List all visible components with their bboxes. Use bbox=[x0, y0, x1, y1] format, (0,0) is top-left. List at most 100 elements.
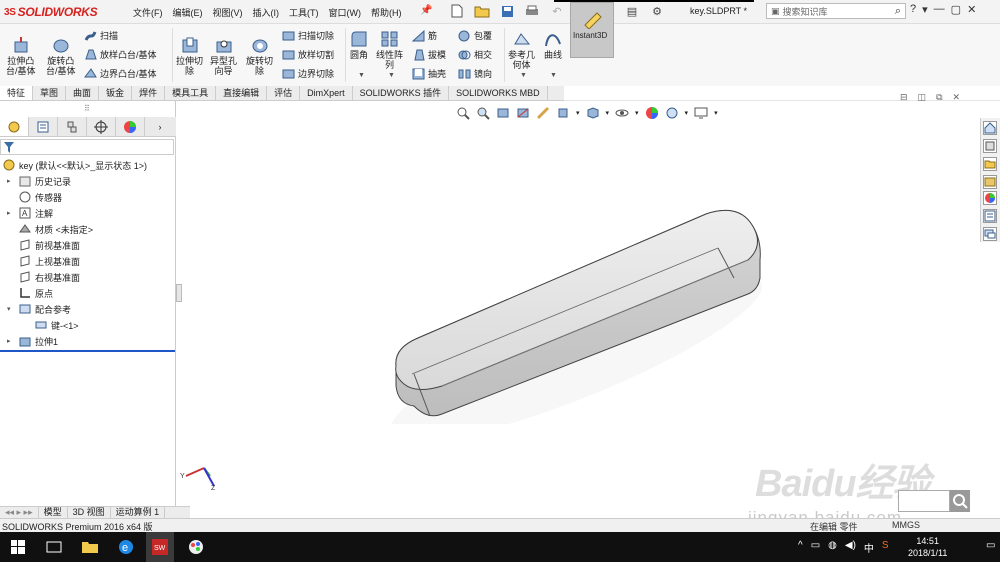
shell-button[interactable]: 抽壳 bbox=[412, 67, 446, 80]
view-settings-monitor-icon[interactable] bbox=[694, 106, 708, 120]
rollback-bar[interactable] bbox=[0, 350, 175, 352]
scene-icon[interactable] bbox=[665, 106, 679, 120]
reference-geometry-button[interactable]: 参考几 何体 bbox=[508, 30, 535, 70]
view-orientation-dropdown-icon[interactable]: ▾ bbox=[576, 109, 580, 117]
feature-manager-tab[interactable] bbox=[0, 117, 29, 136]
display-style-dropdown-icon[interactable]: ▾ bbox=[606, 109, 610, 117]
forum-icon[interactable] bbox=[983, 227, 997, 241]
wrap-button[interactable]: 包覆 bbox=[458, 29, 492, 42]
paint-app-icon[interactable] bbox=[182, 532, 210, 562]
expand-annotations-icon[interactable]: ▸ bbox=[7, 209, 11, 217]
tab-motion-study[interactable]: 运动算例 1 bbox=[111, 507, 166, 518]
curves-button[interactable]: 曲线 bbox=[544, 30, 562, 60]
solidworks-resources-home-icon[interactable] bbox=[983, 121, 997, 135]
loft-button[interactable]: 放样凸台/基体 bbox=[84, 48, 157, 61]
sogou-ime-icon[interactable]: S bbox=[882, 540, 889, 555]
previous-view-icon[interactable] bbox=[496, 106, 510, 120]
scene-dropdown-icon[interactable]: ▾ bbox=[685, 109, 689, 117]
curves-dropdown-icon[interactable]: ▼ bbox=[550, 72, 557, 79]
pattern-dropdown-icon[interactable]: ▼ bbox=[388, 72, 395, 79]
dimxpert-manager-tab[interactable] bbox=[87, 117, 116, 136]
view-palette-icon[interactable] bbox=[983, 175, 997, 189]
tree-item-history[interactable]: 历史记录 bbox=[19, 173, 71, 189]
menu-insert[interactable]: 插入(I) bbox=[248, 4, 285, 21]
chat-icon[interactable]: ◍ bbox=[828, 540, 837, 555]
zoom-area-icon[interactable] bbox=[476, 106, 490, 120]
display-manager-tab[interactable] bbox=[116, 117, 145, 136]
viewport-close-icon[interactable]: ✕ bbox=[953, 92, 961, 103]
edge-browser-icon[interactable]: e bbox=[112, 532, 140, 562]
expand-extrude-icon[interactable]: ▸ bbox=[7, 337, 11, 345]
tab-dimxpert[interactable]: DimXpert bbox=[300, 86, 353, 100]
tab-evaluate[interactable]: 评估 bbox=[267, 86, 301, 100]
panel-collapse-handle[interactable] bbox=[176, 284, 182, 302]
hole-wizard-button[interactable]: 异型孔 向导 bbox=[210, 36, 237, 76]
solidworks-logo[interactable]: 3S SOLIDWORKS bbox=[4, 4, 98, 20]
extrude-boss-button[interactable]: 拉伸凸 台/基体 bbox=[6, 36, 36, 76]
tree-item-sensors[interactable]: 传感器 bbox=[19, 189, 62, 205]
tree-item-origin[interactable]: 原点 bbox=[19, 285, 53, 301]
print-icon[interactable] bbox=[521, 2, 543, 20]
reference-geometry-dropdown-icon[interactable]: ▼ bbox=[520, 72, 527, 79]
new-document-icon[interactable] bbox=[446, 2, 468, 20]
tab-3d-views[interactable]: 3D 视图 bbox=[68, 507, 111, 518]
minimize-button[interactable]: — bbox=[934, 3, 945, 16]
tree-item-right-plane[interactable]: 右视基准面 bbox=[19, 269, 80, 285]
dynamic-annotation-icon[interactable] bbox=[536, 106, 550, 120]
open-folder-icon[interactable] bbox=[471, 2, 493, 20]
tree-item-extrude1[interactable]: 拉伸1 bbox=[19, 333, 58, 349]
hide-show-dropdown-icon[interactable]: ▾ bbox=[635, 109, 639, 117]
tree-filter-input[interactable] bbox=[0, 139, 174, 155]
draft-button[interactable]: 拔模 bbox=[412, 48, 446, 61]
revolve-boss-button[interactable]: 旋转凸 台/基体 bbox=[46, 36, 76, 76]
maximize-button[interactable]: ▢ bbox=[951, 3, 961, 16]
collapse-mate-references-icon[interactable]: ▾ bbox=[7, 305, 11, 313]
help-dropdown-icon[interactable]: ▾ bbox=[922, 3, 928, 16]
menu-edit[interactable]: 编辑(E) bbox=[168, 4, 208, 21]
viewport-maximize-icon[interactable]: ⧉ bbox=[936, 92, 942, 103]
hide-show-items-icon[interactable] bbox=[615, 106, 629, 120]
tree-item-mate-references[interactable]: 配合参考 bbox=[19, 301, 71, 317]
windows-start-icon[interactable] bbox=[4, 532, 32, 562]
menu-tools[interactable]: 工具(T) bbox=[284, 4, 324, 21]
custom-properties-icon[interactable] bbox=[983, 209, 997, 223]
volume-icon[interactable]: ◀) bbox=[845, 540, 856, 555]
rib-button[interactable]: 筋 bbox=[412, 29, 437, 42]
tab-sheet-metal[interactable]: 钣金 bbox=[99, 86, 133, 100]
tree-item-material[interactable]: 材质 <未指定> bbox=[19, 221, 93, 237]
menu-help[interactable]: 帮助(H) bbox=[366, 4, 407, 21]
boundary-cut-button[interactable]: 边界切除 bbox=[282, 67, 334, 80]
appearance-icon[interactable] bbox=[645, 106, 659, 120]
input-method-indicator[interactable]: 中 bbox=[864, 540, 874, 555]
tray-expand-icon[interactable]: ^ bbox=[798, 540, 803, 555]
help-icon[interactable]: ? bbox=[910, 3, 916, 16]
appearances-scenes-icon[interactable] bbox=[983, 191, 997, 205]
view-orientation-icon[interactable] bbox=[556, 106, 570, 120]
key-3d-model[interactable] bbox=[376, 208, 768, 424]
tab-weldments[interactable]: 焊件 bbox=[132, 86, 166, 100]
task-view-icon[interactable] bbox=[40, 532, 68, 562]
panel-grip-icon[interactable]: ⠿ bbox=[84, 104, 90, 113]
expand-history-icon[interactable]: ▸ bbox=[7, 177, 11, 185]
taskbar-clock[interactable]: 14:51 2018/1/11 bbox=[908, 535, 947, 559]
mirror-button[interactable]: 镜向 bbox=[458, 67, 492, 80]
swept-cut-button[interactable]: 扫描切除 bbox=[282, 29, 334, 42]
save-icon[interactable] bbox=[496, 2, 518, 20]
tab-features[interactable]: 特征 bbox=[0, 86, 34, 100]
file-explorer-icon[interactable] bbox=[983, 157, 997, 171]
design-library-icon[interactable] bbox=[983, 139, 997, 153]
tree-root[interactable]: key (默认<<默认>_显示状态 1>) bbox=[3, 157, 147, 173]
viewport-restore-icon[interactable]: ⊟ bbox=[900, 92, 908, 103]
tree-item-annotations[interactable]: A 注解 bbox=[19, 205, 53, 221]
intersect-button[interactable]: 相交 bbox=[458, 48, 492, 61]
tab-addins[interactable]: SOLIDWORKS 插件 bbox=[353, 86, 450, 100]
options-gear-icon[interactable]: ⚙ bbox=[646, 2, 668, 20]
notification-center-icon[interactable]: ▭ bbox=[986, 540, 995, 551]
instant3d-button[interactable]: Instant3D bbox=[570, 2, 614, 58]
file-properties-icon[interactable]: ▤ bbox=[621, 2, 643, 20]
expand-tabs-icon[interactable]: › bbox=[145, 117, 175, 136]
menu-file[interactable]: 文件(F) bbox=[128, 4, 168, 21]
tab-surfaces[interactable]: 曲面 bbox=[66, 86, 100, 100]
tab-direct-editing[interactable]: 直接编辑 bbox=[216, 86, 268, 100]
undo-icon[interactable]: ↶ bbox=[546, 2, 568, 20]
